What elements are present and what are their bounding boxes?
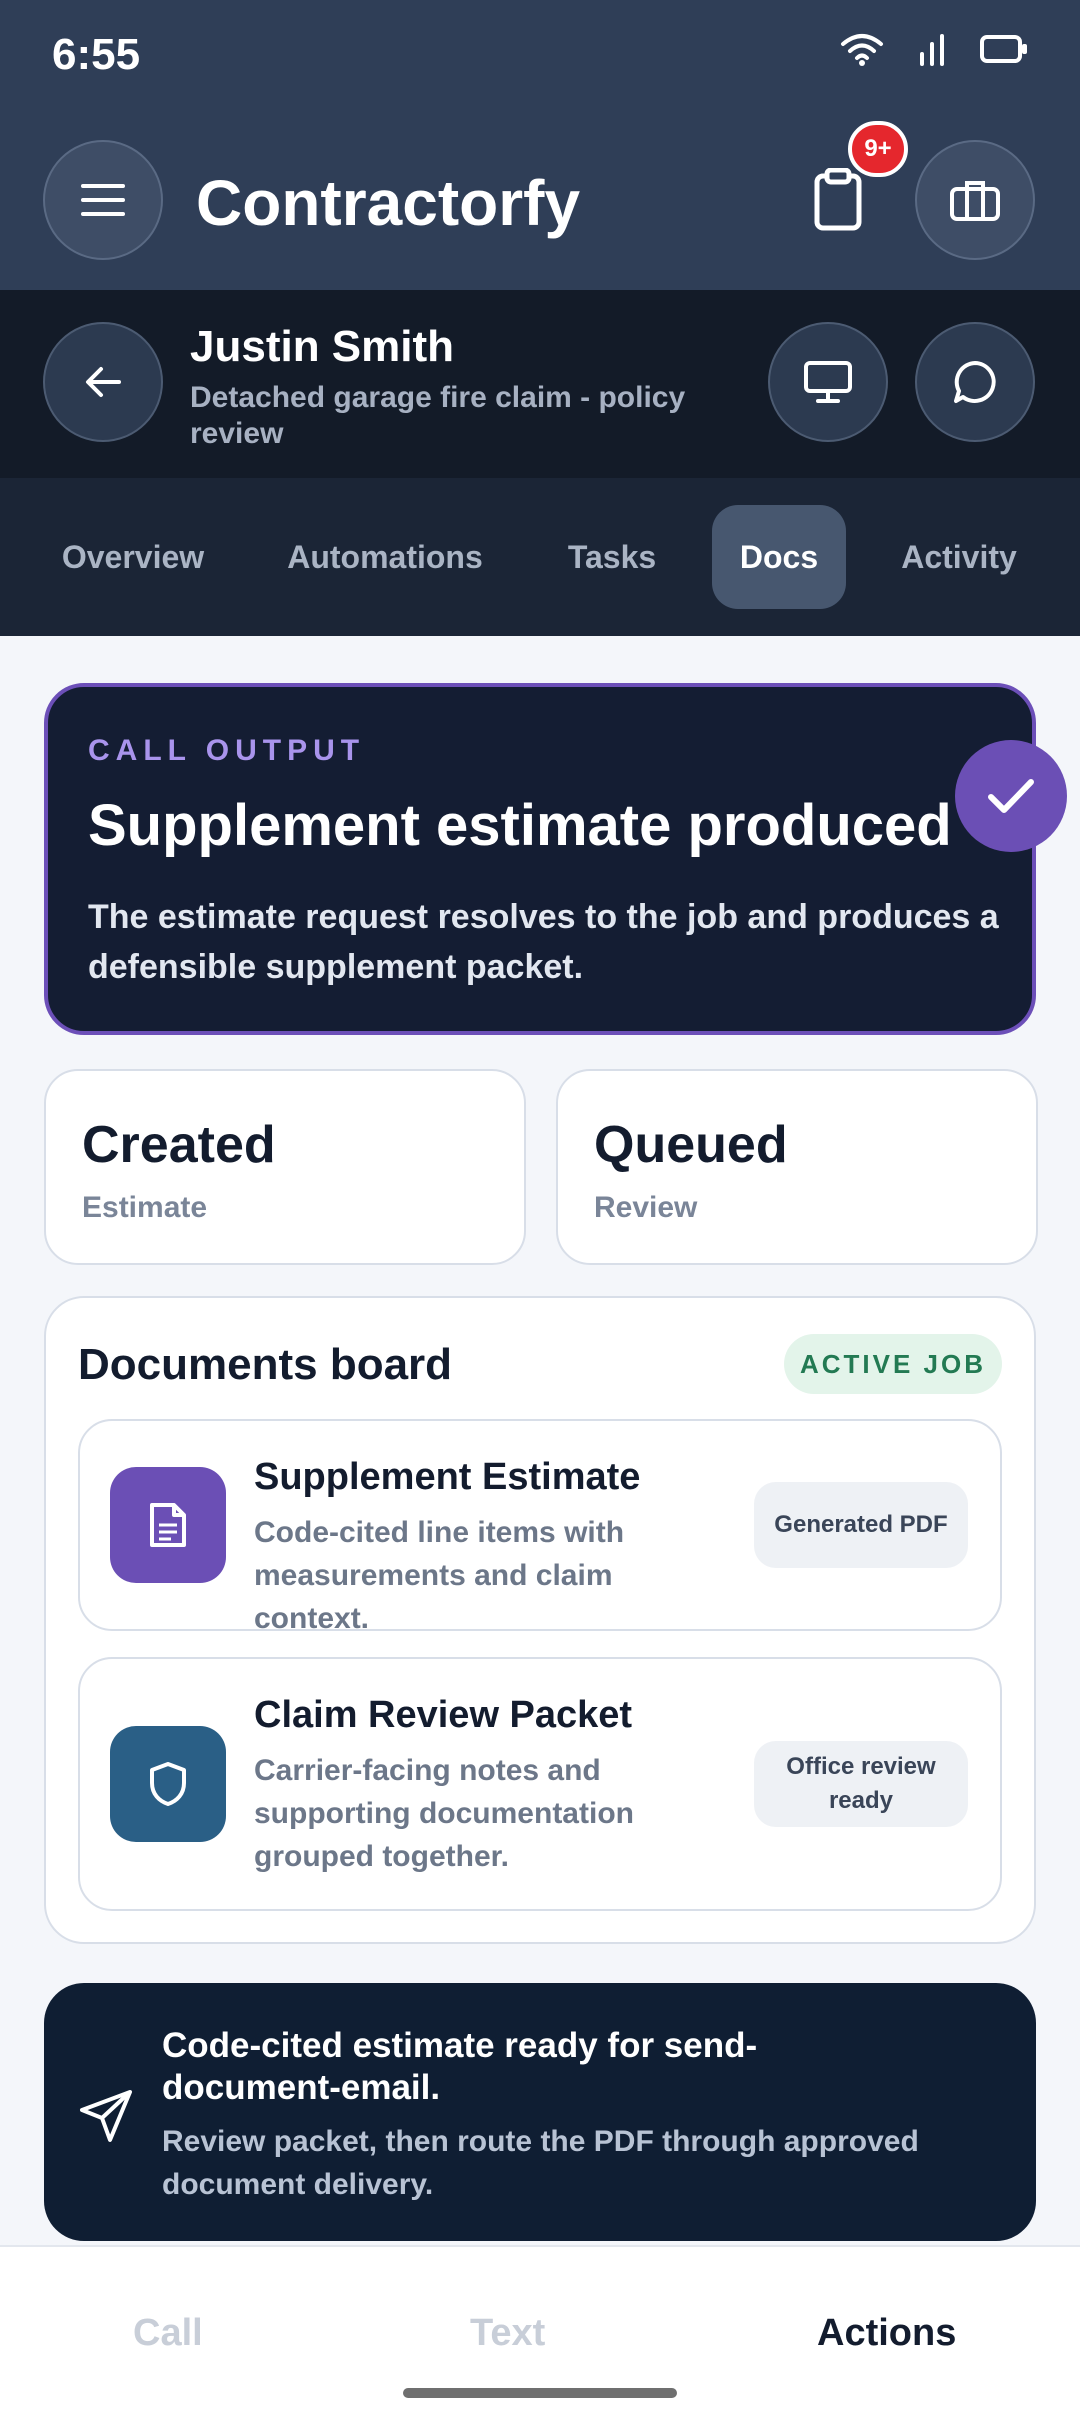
- documents-board-title: Documents board: [78, 1340, 453, 1389]
- call-output-title: Supplement estimate produced: [88, 793, 952, 858]
- doc-icon-tile: [110, 1726, 226, 1842]
- stat-card-estimate: Created Estimate: [44, 1069, 526, 1265]
- clipboard-icon: [814, 167, 862, 231]
- tab-overview[interactable]: Overview: [40, 505, 226, 609]
- call-output-eyebrow: CALL OUTPUT: [88, 734, 366, 767]
- briefcase-icon: [950, 181, 1000, 221]
- active-job-pill: ACTIVE JOB: [784, 1334, 1002, 1394]
- stat-value: Queued: [594, 1116, 788, 1174]
- menu-icon: [81, 184, 125, 216]
- signal-icon: [920, 34, 944, 66]
- doc-description: Carrier-facing notes and supporting docu…: [254, 1754, 634, 1873]
- tab-activity[interactable]: Activity: [884, 505, 1034, 609]
- arrow-left-icon: [86, 367, 121, 397]
- document-icon: [150, 1503, 186, 1547]
- back-button[interactable]: [43, 322, 163, 442]
- clipboard-button[interactable]: [808, 167, 868, 232]
- doc-status-pill: Office review ready: [754, 1741, 968, 1827]
- wifi-icon: [841, 34, 883, 66]
- nav-call[interactable]: Call: [133, 2312, 203, 2355]
- battery-icon: [980, 35, 1027, 63]
- doc-title: Claim Review Packet: [254, 1694, 633, 1736]
- status-icons: [840, 32, 1028, 66]
- nav-text[interactable]: Text: [470, 2312, 545, 2355]
- nav-actions[interactable]: Actions: [817, 2312, 956, 2355]
- menu-button[interactable]: [43, 140, 163, 260]
- check-badge: [955, 740, 1067, 852]
- doc-status-pill: Generated PDF: [754, 1482, 968, 1568]
- home-indicator[interactable]: [403, 2388, 677, 2398]
- stat-value: Created: [82, 1116, 276, 1174]
- stat-card-review: Queued Review: [556, 1069, 1038, 1265]
- jobs-button[interactable]: [915, 140, 1035, 260]
- call-output-description: The estimate request resolves to the job…: [88, 898, 999, 986]
- app-title: Contractorfy: [196, 167, 581, 239]
- monitor-icon: [804, 361, 852, 403]
- job-subtitle: Detached garage fire claim - policy revi…: [190, 381, 686, 450]
- banner-title: Code-cited estimate ready for send-docum…: [162, 2026, 758, 2107]
- tab-docs[interactable]: Docs: [712, 505, 846, 609]
- notification-badge: 9+: [848, 121, 908, 177]
- stat-label: Estimate: [82, 1191, 208, 1224]
- shield-icon: [150, 1762, 186, 1806]
- status-time: 6:55: [52, 30, 141, 79]
- send-icon: [80, 2090, 132, 2142]
- doc-description: Code-cited line items with measurements …: [254, 1516, 625, 1635]
- stat-label: Review: [594, 1191, 698, 1224]
- doc-icon-tile: [110, 1467, 226, 1583]
- chat-button[interactable]: [915, 322, 1035, 442]
- tab-tasks[interactable]: Tasks: [548, 505, 676, 609]
- check-icon: [988, 779, 1034, 813]
- banner-icon-wrap: [78, 2088, 134, 2149]
- tab-automations[interactable]: Automations: [272, 505, 498, 609]
- desktop-button[interactable]: [768, 322, 888, 442]
- banner-description: Review packet, then route the PDF throug…: [162, 2125, 919, 2201]
- chat-bubble-icon: [954, 361, 996, 403]
- doc-title: Supplement Estimate: [254, 1456, 641, 1498]
- job-customer-name: Justin Smith: [190, 322, 455, 371]
